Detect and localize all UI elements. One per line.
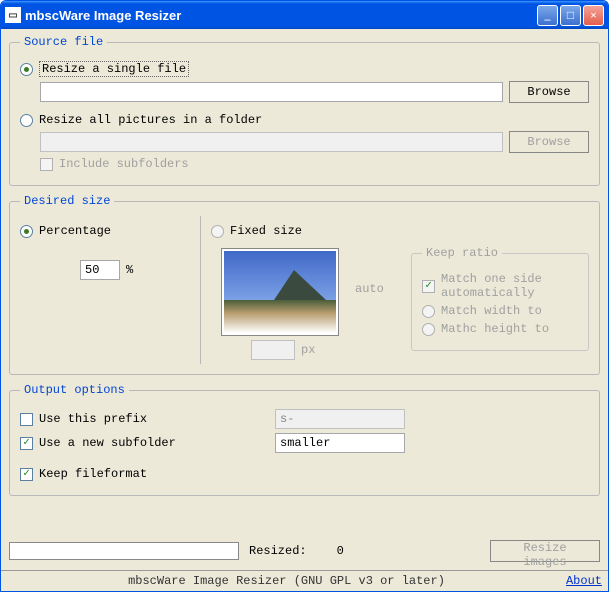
include-subfolders-checkbox <box>40 158 53 171</box>
include-subfolders-label: Include subfolders <box>59 157 189 171</box>
match-width-label: Match width to <box>441 304 542 318</box>
resize-single-radio[interactable] <box>20 63 33 76</box>
preview-image <box>221 248 339 336</box>
keep-ratio-group: Keep ratio Match one side automatically … <box>411 246 589 351</box>
percentage-radio[interactable] <box>20 225 33 238</box>
use-subfolder-label[interactable]: Use a new subfolder <box>39 436 269 450</box>
minimize-button[interactable]: _ <box>537 5 558 26</box>
source-file-group: Source file Resize a single file Browse … <box>9 35 600 186</box>
desired-size-group: Desired size Percentage % F <box>9 194 600 375</box>
credit-text: mbscWare Image Resizer (GNU GPL v3 or la… <box>7 574 566 588</box>
use-subfolder-checkbox[interactable] <box>20 437 33 450</box>
px-input <box>251 340 295 360</box>
match-height-label: Mathc height to <box>441 322 549 336</box>
percentage-label[interactable]: Percentage <box>39 224 111 238</box>
window-title: mbscWare Image Resizer <box>25 8 537 23</box>
content-area: Source file Resize a single file Browse … <box>1 29 608 570</box>
match-auto-checkbox <box>422 280 435 293</box>
resize-single-label[interactable]: Resize a single file <box>39 61 189 77</box>
fixed-size-label[interactable]: Fixed size <box>230 224 302 238</box>
window-controls: _ □ × <box>537 5 604 26</box>
resize-folder-radio[interactable] <box>20 114 33 127</box>
resize-images-button: Resize images <box>490 540 600 562</box>
output-options-legend: Output options <box>20 383 129 397</box>
keep-format-checkbox[interactable] <box>20 468 33 481</box>
output-options-group: Output options Use this prefix Use a new… <box>9 383 600 496</box>
prefix-input <box>275 409 405 429</box>
desired-size-legend: Desired size <box>20 194 114 208</box>
match-height-radio <box>422 323 435 336</box>
keep-ratio-legend: Keep ratio <box>422 246 502 260</box>
bottom-row: Resized: 0 Resize images <box>9 536 600 570</box>
px-unit: px <box>301 343 315 357</box>
percent-unit: % <box>126 263 133 277</box>
titlebar: ▭ mbscWare Image Resizer _ □ × <box>1 1 608 29</box>
fixed-size-radio[interactable] <box>211 225 224 238</box>
close-button[interactable]: × <box>583 5 604 26</box>
use-prefix-checkbox[interactable] <box>20 413 33 426</box>
single-file-input[interactable] <box>40 82 503 102</box>
resized-label: Resized: <box>249 544 307 558</box>
percentage-input[interactable] <box>80 260 120 280</box>
progress-bar <box>9 542 239 560</box>
resize-folder-label[interactable]: Resize all pictures in a folder <box>39 113 262 127</box>
status-bar: mbscWare Image Resizer (GNU GPL v3 or la… <box>1 570 608 591</box>
divider <box>200 216 201 364</box>
auto-label: auto <box>355 282 384 296</box>
about-link[interactable]: About <box>566 574 602 588</box>
folder-input <box>40 132 503 152</box>
browse-folder-button: Browse <box>509 131 589 153</box>
match-auto-label: Match one side automatically <box>441 272 578 300</box>
browse-single-button[interactable]: Browse <box>509 81 589 103</box>
match-width-radio <box>422 305 435 318</box>
maximize-button[interactable]: □ <box>560 5 581 26</box>
resized-count: 0 <box>337 544 344 558</box>
app-icon: ▭ <box>5 7 21 23</box>
app-window: ▭ mbscWare Image Resizer _ □ × Source fi… <box>0 0 609 592</box>
keep-format-label[interactable]: Keep fileformat <box>39 467 147 481</box>
use-prefix-label[interactable]: Use this prefix <box>39 412 269 426</box>
subfolder-input[interactable] <box>275 433 405 453</box>
source-file-legend: Source file <box>20 35 107 49</box>
